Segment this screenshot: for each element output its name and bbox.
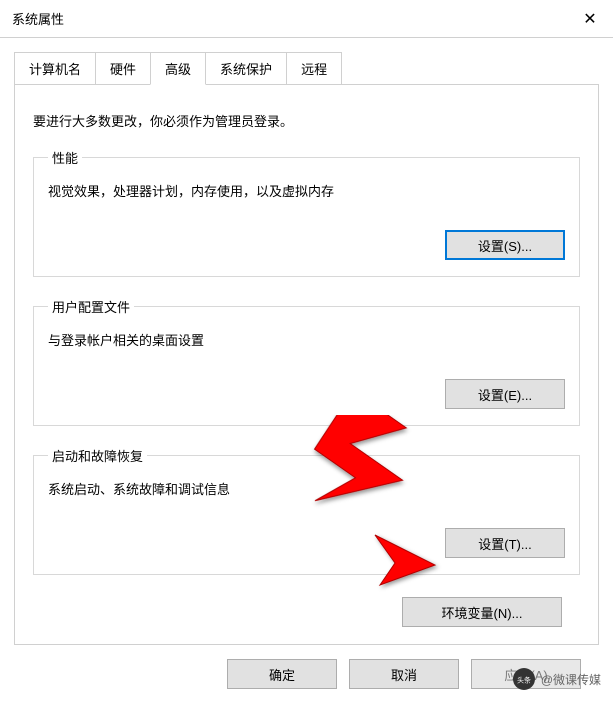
startup-recovery-settings-button[interactable]: 设置(T)... (445, 528, 565, 558)
group-user-profiles-legend: 用户配置文件 (48, 297, 134, 316)
tab-computer-name[interactable]: 计算机名 (14, 52, 96, 84)
close-icon: ✕ (583, 9, 596, 29)
startup-recovery-desc: 系统启动、系统故障和调试信息 (48, 479, 565, 498)
watermark-text: @微课传媒 (541, 671, 601, 688)
dialog-content: 计算机名 硬件 高级 系统保护 远程 要进行大多数更改，你必须作为管理员登录。 … (0, 38, 613, 689)
group-startup-recovery: 启动和故障恢复 系统启动、系统故障和调试信息 设置(T)... (33, 446, 580, 575)
group-user-profiles: 用户配置文件 与登录帐户相关的桌面设置 设置(E)... (33, 297, 580, 426)
tab-strip: 计算机名 硬件 高级 系统保护 远程 (14, 52, 599, 85)
dialog-footer: 确定 取消 应用(A) (14, 645, 599, 689)
environment-variables-button[interactable]: 环境变量(N)... (402, 597, 562, 627)
window-title: 系统属性 (12, 9, 64, 28)
group-performance-legend: 性能 (48, 148, 82, 167)
watermark: 头条 @微课传媒 (513, 668, 601, 690)
cancel-button[interactable]: 取消 (349, 659, 459, 689)
tab-hardware[interactable]: 硬件 (95, 52, 151, 84)
watermark-avatar-icon: 头条 (513, 668, 535, 690)
tab-remote[interactable]: 远程 (286, 52, 342, 84)
ok-button[interactable]: 确定 (227, 659, 337, 689)
group-startup-recovery-legend: 启动和故障恢复 (48, 446, 147, 465)
tab-body-advanced: 要进行大多数更改，你必须作为管理员登录。 性能 视觉效果，处理器计划，内存使用，… (14, 85, 599, 645)
performance-desc: 视觉效果，处理器计划，内存使用，以及虚拟内存 (48, 181, 565, 200)
admin-info-text: 要进行大多数更改，你必须作为管理员登录。 (33, 111, 580, 130)
tab-advanced[interactable]: 高级 (150, 52, 206, 85)
group-performance: 性能 视觉效果，处理器计划，内存使用，以及虚拟内存 设置(S)... (33, 148, 580, 277)
close-button[interactable]: ✕ (567, 0, 613, 38)
performance-settings-button[interactable]: 设置(S)... (445, 230, 565, 260)
tab-system-protection[interactable]: 系统保护 (205, 52, 287, 84)
user-profiles-desc: 与登录帐户相关的桌面设置 (48, 330, 565, 349)
titlebar: 系统属性 ✕ (0, 0, 613, 38)
user-profiles-settings-button[interactable]: 设置(E)... (445, 379, 565, 409)
